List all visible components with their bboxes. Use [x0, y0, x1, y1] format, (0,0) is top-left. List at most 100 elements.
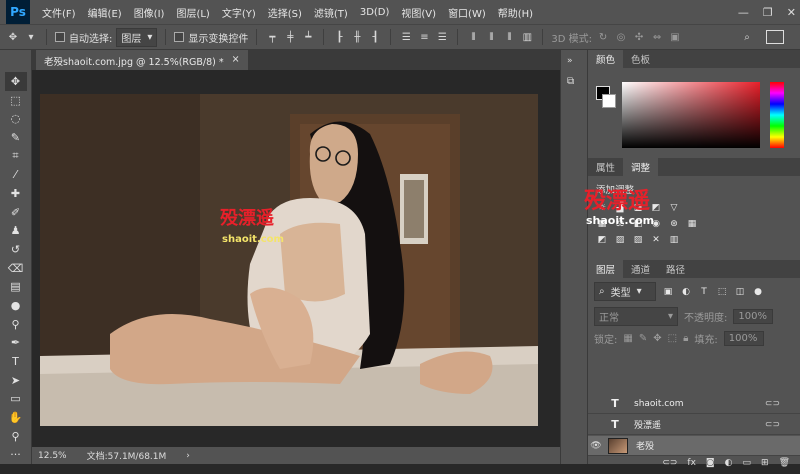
type-tool-icon[interactable]: T — [5, 352, 27, 371]
tab-color[interactable]: 颜色 — [588, 50, 624, 68]
filter-adjustment-icon[interactable]: ◐ — [680, 286, 692, 298]
menu-3d[interactable]: 3D(D) — [354, 7, 396, 18]
3d-rotate-icon[interactable]: ↻ — [596, 30, 610, 44]
fx-icon[interactable]: fx — [687, 458, 696, 474]
restore-icon[interactable]: ❐ — [763, 6, 773, 19]
layer-name[interactable]: 老殁 — [636, 439, 654, 452]
distribute-left-icon[interactable]: ⦀ — [466, 30, 480, 44]
collapse-panels-icon[interactable]: » — [567, 56, 581, 66]
gradient-tool-icon[interactable]: ▤ — [5, 277, 27, 296]
align-top-icon[interactable]: ┯ — [265, 30, 279, 44]
trash-icon[interactable]: 🗑︎ — [779, 458, 790, 474]
tab-channels[interactable]: 通道 — [623, 260, 658, 278]
close-icon[interactable]: ✕ — [787, 6, 796, 19]
auto-align-icon[interactable]: ▥ — [520, 30, 534, 44]
layer-row[interactable]: T 殁漂遥 ⊂⊃ — [588, 415, 800, 435]
color-lookup-icon[interactable]: ▦ — [686, 218, 698, 230]
tab-properties[interactable]: 属性 — [588, 158, 623, 176]
brush-tool-icon[interactable]: ✐ — [5, 203, 27, 222]
3d-slide-icon[interactable]: ⇔ — [650, 30, 664, 44]
blend-mode-dropdown[interactable]: 正常 ▾ — [594, 307, 678, 326]
posterize-icon[interactable]: ▨ — [614, 234, 626, 246]
stamp-tool-icon[interactable]: ♟ — [5, 221, 27, 240]
menu-layer[interactable]: 图层(L) — [170, 5, 215, 20]
menu-filter[interactable]: 滤镜(T) — [308, 5, 354, 20]
search-icon[interactable]: ⌕ — [740, 30, 754, 44]
background-color-swatch[interactable] — [602, 94, 616, 108]
layer-row[interactable]: 👁︎ 老殁 — [588, 436, 800, 456]
tab-layers[interactable]: 图层 — [588, 260, 624, 278]
layer-name[interactable]: 殁漂遥 — [634, 418, 661, 431]
menu-type[interactable]: 文字(Y) — [216, 5, 262, 20]
hand-tool-icon[interactable]: ✋ — [5, 408, 27, 427]
fill-input[interactable]: 100% — [723, 331, 764, 346]
quick-select-tool-icon[interactable]: ✎ — [5, 128, 27, 147]
tab-paths[interactable]: 路径 — [658, 260, 693, 278]
menu-view[interactable]: 视图(V) — [395, 5, 442, 20]
lasso-tool-icon[interactable]: ◌ — [5, 109, 27, 128]
zoom-tool-icon[interactable]: ⚲ — [5, 427, 27, 446]
more-tools-icon[interactable]: ··· — [5, 445, 27, 464]
gradient-map-icon[interactable]: ▽ — [668, 202, 680, 214]
close-tab-icon[interactable]: × — [232, 54, 240, 66]
chevron-down-icon[interactable]: ▾ — [24, 30, 38, 44]
new-layer-icon[interactable]: ⊞ — [761, 458, 769, 474]
document-tab[interactable]: 老殁shaoit.com.jpg @ 12.5%(RGB/8) * × — [36, 50, 248, 70]
workspace-icon[interactable] — [766, 30, 784, 44]
layer-row[interactable]: T shaoit.com ⊂⊃ — [588, 394, 800, 414]
eraser-tool-icon[interactable]: ⌫ — [5, 259, 27, 278]
minimize-icon[interactable]: — — [738, 6, 749, 19]
align-hcenter-icon[interactable]: ╫ — [350, 30, 364, 44]
new-group-icon[interactable]: ▭ — [743, 458, 752, 474]
healing-tool-icon[interactable]: ✚ — [5, 184, 27, 203]
3d-pan-icon[interactable]: ✣ — [632, 30, 646, 44]
history-panel-icon[interactable]: ⧉ — [567, 76, 581, 90]
layer-name[interactable]: shaoit.com — [634, 399, 684, 409]
blur-tool-icon[interactable]: ● — [5, 296, 27, 315]
dodge-tool-icon[interactable]: ⚲ — [5, 315, 27, 334]
invert-icon[interactable]: ◩ — [596, 234, 608, 246]
eye-icon[interactable]: 👁︎ — [588, 441, 604, 451]
menu-help[interactable]: 帮助(H) — [492, 5, 539, 20]
tab-swatches[interactable]: 色板 — [623, 50, 658, 68]
link-layers-icon[interactable]: ⊂⊃ — [662, 458, 677, 474]
status-arrow-icon[interactable]: › — [186, 451, 190, 461]
crop-tool-icon[interactable]: ⌗ — [5, 147, 27, 166]
distribute-top-icon[interactable]: ☰ — [399, 30, 413, 44]
lock-all-icon[interactable]: 🔒︎ — [683, 333, 688, 344]
move-tool-icon[interactable]: ✥ — [6, 30, 20, 44]
lock-artboard-icon[interactable]: ⬚ — [668, 333, 677, 344]
filter-pixel-icon[interactable]: ▣ — [662, 286, 674, 298]
filter-shape-icon[interactable]: ⬚ — [716, 286, 728, 298]
shape-tool-icon[interactable]: ▭ — [5, 389, 27, 408]
filter-toggle-icon[interactable]: ● — [752, 286, 764, 298]
pen-tool-icon[interactable]: ✒ — [5, 333, 27, 352]
tab-adjustments[interactable]: 调整 — [623, 158, 659, 176]
auto-select-dropdown[interactable]: 图层 ▾ — [116, 27, 158, 47]
lock-transparent-icon[interactable]: ▦ — [623, 333, 632, 344]
distribute-vcenter-icon[interactable]: ≡ — [417, 30, 431, 44]
align-left-icon[interactable]: ┠ — [332, 30, 346, 44]
hue-slider[interactable] — [770, 82, 784, 148]
filter-smart-icon[interactable]: ◫ — [734, 286, 746, 298]
threshold-icon[interactable]: ▨ — [632, 234, 644, 246]
distribute-bottom-icon[interactable]: ☰ — [435, 30, 449, 44]
layer-kind-filter[interactable]: ⌕ 类型 ▾ — [594, 282, 656, 301]
lock-position-icon[interactable]: ✥ — [653, 333, 661, 344]
menu-file[interactable]: 文件(F) — [36, 5, 82, 20]
lock-pixels-icon[interactable]: ✎ — [639, 333, 647, 344]
color-field[interactable] — [622, 82, 760, 148]
distribute-hcenter-icon[interactable]: ⦀ — [484, 30, 498, 44]
show-transform-checkbox[interactable] — [174, 32, 185, 42]
selective-color-icon[interactable]: ✕ — [650, 234, 662, 246]
opacity-input[interactable]: 100% — [733, 309, 774, 324]
new-adjustment-icon[interactable]: ◐ — [725, 458, 733, 474]
3d-roll-icon[interactable]: ◎ — [614, 30, 628, 44]
align-vcenter-icon[interactable]: ╪ — [283, 30, 297, 44]
eyedropper-tool-icon[interactable]: ⁄ — [5, 165, 27, 184]
channel-mixer-icon[interactable]: ⊛ — [668, 218, 680, 230]
canvas-area[interactable]: 殁漂遥 shaoit.com — [32, 70, 560, 447]
zoom-level[interactable]: 12.5% — [38, 451, 67, 461]
distribute-right-icon[interactable]: ⦀ — [502, 30, 516, 44]
menu-select[interactable]: 选择(S) — [262, 5, 308, 20]
